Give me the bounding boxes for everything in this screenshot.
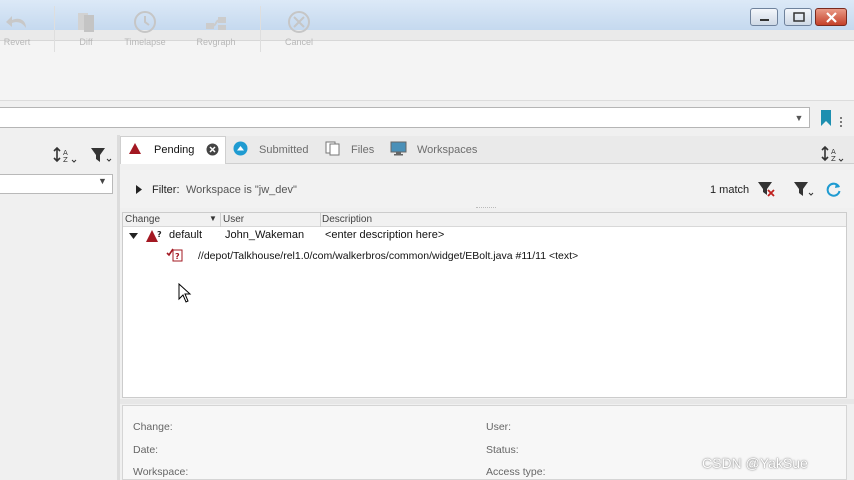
diff-button[interactable]: Diff [56, 10, 116, 47]
diff-label: Diff [79, 37, 93, 47]
refresh-icon [826, 182, 841, 197]
sort-button[interactable]: AZ [53, 146, 77, 167]
filter-button[interactable] [793, 180, 815, 201]
close-tab-icon[interactable] [206, 143, 219, 156]
toolbar-divider [54, 6, 55, 52]
timelapse-button[interactable]: Timelapse [115, 10, 175, 47]
bookmark-button[interactable] [818, 110, 834, 131]
svg-text:?: ? [175, 252, 180, 261]
close-button[interactable] [815, 8, 847, 26]
mouse-cursor-icon [178, 283, 192, 303]
maximize-button[interactable] [784, 8, 812, 26]
sort-icon: AZ [821, 145, 844, 163]
more-icon[interactable] [838, 116, 844, 128]
cancel-button[interactable]: Cancel [269, 10, 329, 47]
revgraph-label: Revgraph [196, 37, 236, 47]
column-user[interactable]: User [223, 214, 244, 226]
detail-change-label: Change: [133, 421, 173, 433]
tab-files-label: Files [351, 144, 375, 156]
bookmark-icon [821, 110, 831, 126]
left-panel-combo[interactable] [0, 174, 113, 194]
cancel-icon [288, 11, 310, 33]
svg-text:Z: Z [831, 155, 836, 163]
horizontal-splitter[interactable] [120, 399, 854, 404]
tab-sort-button[interactable]: AZ [821, 145, 845, 166]
workspaces-icon [390, 141, 407, 156]
tab-submitted-label: Submitted [259, 144, 309, 156]
revert-button[interactable]: Revert [0, 10, 47, 47]
maximize-icon [793, 12, 805, 22]
cancel-label: Cancel [284, 37, 313, 47]
toolbar [0, 41, 854, 101]
clear-filter-icon [758, 182, 775, 197]
column-description[interactable]: Description [322, 214, 372, 226]
close-icon [826, 12, 837, 23]
toolbar-divider [260, 6, 261, 52]
svg-text:Z: Z [63, 156, 68, 164]
expand-filter-icon[interactable] [135, 185, 143, 194]
file-edit-icon: ? [166, 248, 183, 262]
detail-access-label: Access type: [486, 466, 546, 478]
filter-icon [794, 182, 814, 196]
diff-icon [78, 13, 94, 32]
watermark: CSDN @YakSue [702, 455, 808, 471]
collapse-icon[interactable] [129, 233, 138, 240]
sort-icon: AZ [53, 146, 77, 164]
file-path: //depot/Talkhouse/rel1.0/com/walkerbros/… [198, 250, 579, 262]
sort-desc-icon[interactable]: ▼ [209, 214, 217, 223]
filter-button[interactable] [90, 146, 114, 167]
changelist-description: <enter description here> [325, 229, 445, 241]
svg-text:?: ? [157, 230, 162, 239]
minimize-icon [760, 19, 769, 21]
tab-pending-label: Pending [154, 144, 195, 156]
filter-label: Filter: [152, 184, 180, 196]
detail-workspace-label: Workspace: [133, 466, 189, 478]
splitter-grip[interactable] [476, 207, 496, 209]
filter-text: Workspace is "jw_dev" [186, 184, 297, 196]
revert-label: Revert [3, 37, 31, 47]
filter-icon [91, 148, 112, 162]
minimize-button[interactable] [750, 8, 778, 26]
submitted-icon [233, 141, 248, 156]
timelapse-label: Timelapse [124, 37, 166, 47]
detail-user-label: User: [486, 421, 512, 433]
left-panel-area [0, 196, 118, 480]
changelist-user: John_Wakeman [225, 229, 305, 241]
revert-icon [6, 16, 26, 28]
match-count: 1 match [710, 184, 750, 196]
revgraph-icon [206, 17, 226, 30]
depot-path-input[interactable] [0, 107, 810, 128]
timelapse-icon [134, 11, 156, 33]
pending-changelist-icon: ? [146, 230, 162, 242]
chevron-down-icon[interactable]: ▼ [98, 176, 107, 186]
changelist-change: default [169, 229, 203, 241]
refresh-button[interactable] [826, 181, 842, 200]
revgraph-button[interactable]: Revgraph [186, 10, 246, 47]
detail-date-label: Date: [133, 444, 159, 456]
column-divider[interactable] [220, 213, 221, 227]
chevron-down-icon[interactable]: ▼ [792, 110, 806, 126]
column-change[interactable]: Change [125, 214, 160, 226]
column-divider[interactable] [320, 213, 321, 227]
files-icon [325, 141, 340, 156]
tab-workspaces-label: Workspaces [417, 144, 478, 156]
pending-icon [129, 143, 141, 154]
detail-status-label: Status: [486, 444, 519, 456]
clear-filter-button[interactable] [757, 180, 777, 201]
